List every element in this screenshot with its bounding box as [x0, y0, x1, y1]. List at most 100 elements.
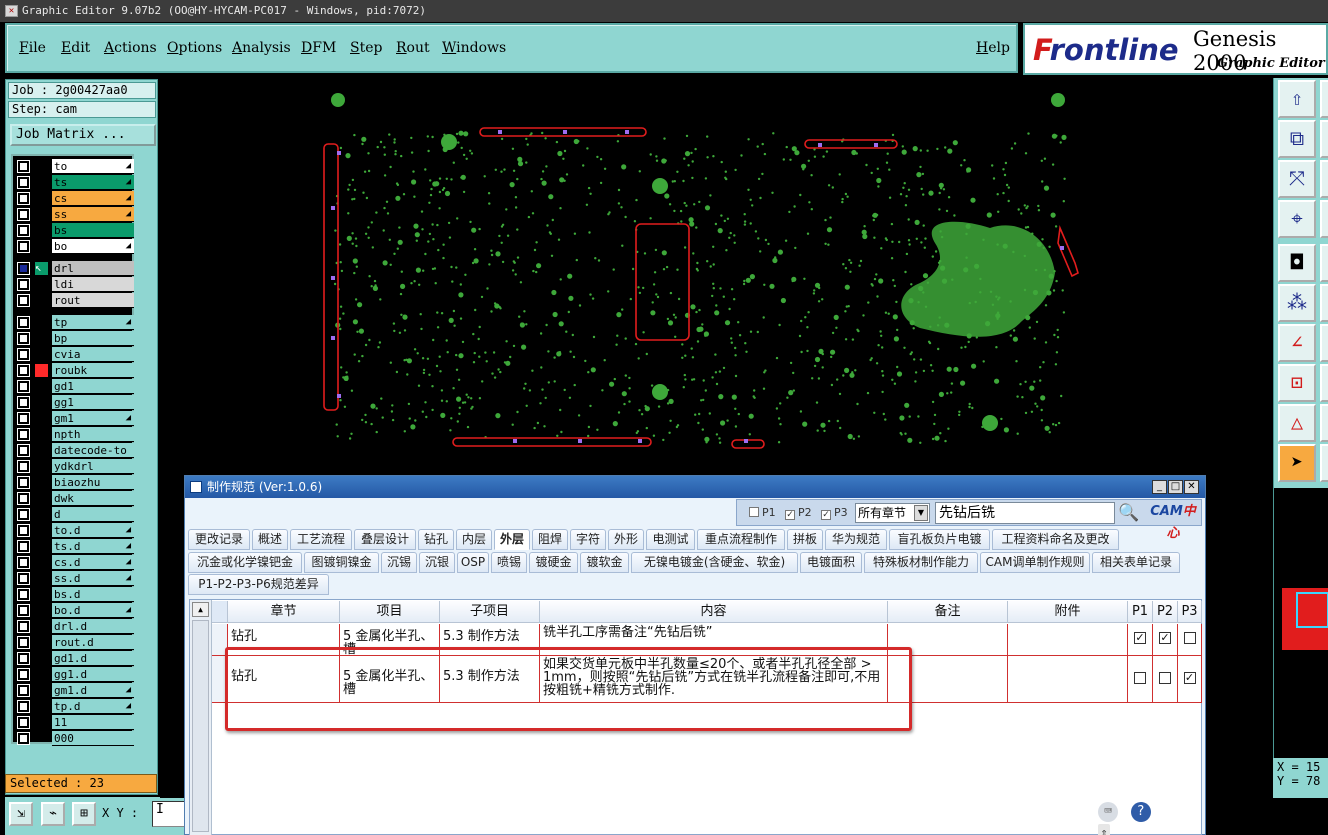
tab-镀硬金[interactable]: 镀硬金 — [529, 552, 578, 573]
tab-盲孔板负片电镀[interactable]: 盲孔板负片电镀 — [889, 529, 990, 550]
layer-name[interactable]: to ◢ — [52, 159, 134, 174]
layer-checkbox[interactable] — [17, 668, 30, 681]
layer-name[interactable]: ts ◢ — [52, 175, 134, 190]
layer-checkbox[interactable] — [17, 176, 30, 189]
tab-电镀面积[interactable]: 电镀面积 — [800, 552, 862, 573]
zoom-fit-icon[interactable]: ⇲ — [9, 802, 33, 826]
layer-row-tp[interactable]: tp ◢ — [13, 315, 134, 330]
menu-windows[interactable]: Windows — [442, 40, 506, 56]
tab-概述[interactable]: 概述 — [252, 529, 288, 550]
tab-喷锡[interactable]: 喷锡 — [491, 552, 527, 573]
layer-row-rout[interactable]: rout — [13, 293, 134, 308]
layer-name[interactable]: cs ◢ — [52, 191, 134, 206]
tab-沉金或化学镍钯金[interactable]: 沉金或化学镍钯金 — [188, 552, 302, 573]
layer-checkbox[interactable] — [17, 508, 30, 521]
p1-filter[interactable]: P1 — [749, 506, 776, 519]
layer-checkbox[interactable] — [17, 636, 30, 649]
layer-name[interactable]: drl.d — [52, 619, 134, 634]
column-header-P1[interactable]: P1 — [1128, 601, 1153, 623]
layer-row-gm1[interactable]: gm1 ◢ — [13, 411, 134, 426]
layer-name[interactable]: npth — [52, 427, 134, 442]
tab-OSP[interactable]: OSP — [457, 552, 489, 573]
layer-row-gm1.d[interactable]: gm1.d ◢ — [13, 683, 134, 698]
menu-options[interactable]: Options — [167, 40, 222, 56]
tab-更改记录[interactable]: 更改记录 — [188, 529, 250, 550]
tab-外层[interactable]: 外层 — [494, 529, 530, 550]
menu-step[interactable]: Step — [350, 40, 382, 56]
pad-icon[interactable]: ⊡ — [1278, 364, 1316, 402]
layer-checkbox[interactable] — [17, 348, 30, 361]
display-icon[interactable]: ◘ — [1278, 244, 1316, 282]
column-header-项目[interactable]: 项目 — [340, 601, 440, 623]
search-icon[interactable]: 🔍 — [1117, 502, 1141, 524]
pointer-icon[interactable]: ➤ — [1278, 444, 1316, 482]
layer-checkbox[interactable] — [17, 396, 30, 409]
layer-checkbox[interactable] — [17, 160, 30, 173]
layer-name[interactable]: ldi — [52, 277, 134, 292]
p1-row-checkbox[interactable] — [1134, 672, 1146, 684]
layer-row-bo[interactable]: bo ◢ — [13, 239, 134, 254]
layer-name[interactable]: 000 — [52, 731, 134, 746]
layer-name[interactable]: tp.d ◢ — [52, 699, 134, 714]
layer-checkbox[interactable] — [17, 262, 30, 275]
tab-叠层设计[interactable]: 叠层设计 — [354, 529, 416, 550]
layer-name[interactable]: to.d ◢ — [52, 523, 134, 538]
layer-name[interactable]: biaozhu — [52, 475, 134, 490]
layer-checkbox[interactable] — [17, 364, 30, 377]
layer-checkbox[interactable] — [17, 476, 30, 489]
layer-checkbox[interactable] — [17, 652, 30, 665]
layer-row-gd1[interactable]: gd1 — [13, 379, 134, 394]
p2-checkbox[interactable]: ✓ — [785, 510, 795, 520]
net-icon[interactable]: ⁂ — [1278, 284, 1316, 322]
p3-checkbox[interactable]: ✓ — [821, 510, 831, 520]
layer-checkbox[interactable] — [17, 556, 30, 569]
layer-row-ss.d[interactable]: ss.d ◢ — [13, 571, 134, 586]
layer-checkbox[interactable] — [17, 240, 30, 253]
layer-name[interactable]: ss.d ◢ — [52, 571, 134, 586]
upload-icon[interactable]: ⇧ — [1278, 80, 1316, 118]
tab-工艺流程[interactable]: 工艺流程 — [290, 529, 352, 550]
layer-row-tp.d[interactable]: tp.d ◢ — [13, 699, 134, 714]
menu-dfm[interactable]: DFM — [301, 40, 336, 56]
minimize-button[interactable]: _ — [1152, 480, 1167, 494]
layer-checkbox[interactable] — [17, 588, 30, 601]
layer-row-d[interactable]: d — [13, 507, 134, 522]
p2-row-checkbox[interactable]: ✓ — [1159, 632, 1171, 644]
xy-input[interactable]: I — [152, 801, 188, 827]
layer-checkbox[interactable] — [17, 572, 30, 585]
layer-name[interactable]: datecode-to — [52, 443, 134, 458]
layer-name[interactable]: gg1.d — [52, 667, 134, 682]
layer-row-gd1.d[interactable]: gd1.d — [13, 651, 134, 666]
layer-checkbox[interactable] — [17, 492, 30, 505]
overview-map[interactable] — [1273, 488, 1328, 758]
layer-name[interactable]: ts.d ◢ — [52, 539, 134, 554]
p1-checkbox[interactable] — [749, 507, 759, 517]
layer-checkbox[interactable] — [17, 620, 30, 633]
tab-P1-P2-P3-P6规范差异[interactable]: P1-P2-P3-P6规范差异 — [188, 574, 329, 595]
p2-row-checkbox[interactable] — [1159, 672, 1171, 684]
layer-name[interactable]: rout.d — [52, 635, 134, 650]
layer-checkbox[interactable] — [17, 604, 30, 617]
layer-row-ts[interactable]: ts ◢ — [13, 175, 134, 190]
tab-拼板[interactable]: 拼板 — [787, 529, 823, 550]
layer-checkbox[interactable] — [17, 732, 30, 745]
table-scrollbar[interactable]: ▲ — [190, 600, 212, 835]
layer-checkbox[interactable] — [17, 192, 30, 205]
maximize-button[interactable]: □ — [1168, 480, 1183, 494]
layer-name[interactable]: gm1.d ◢ — [52, 683, 134, 698]
spin-icon[interactable]: ⇕ — [1098, 824, 1110, 835]
tab-字符[interactable]: 字符 — [570, 529, 606, 550]
menu-edit[interactable]: Edit — [61, 40, 90, 56]
layer-name[interactable]: cs.d ◢ — [52, 555, 134, 570]
layer-checkbox[interactable] — [17, 684, 30, 697]
layer-row-cs[interactable]: cs ◢ — [13, 191, 134, 206]
layer-row-ldi[interactable]: ldi — [13, 277, 134, 292]
layer-name[interactable]: drl — [52, 261, 134, 276]
layer-row-bp[interactable]: bp — [13, 331, 134, 346]
layer-name[interactable]: gm1 ◢ — [52, 411, 134, 426]
keyboard-icon[interactable]: ⌨ — [1098, 802, 1118, 822]
tab-电测试[interactable]: 电测试 — [646, 529, 695, 550]
layer-name[interactable]: gd1 — [52, 379, 134, 394]
layer-name[interactable]: ss ◢ — [52, 207, 134, 222]
chapter-select[interactable]: 所有章节 ▼ — [855, 503, 930, 523]
